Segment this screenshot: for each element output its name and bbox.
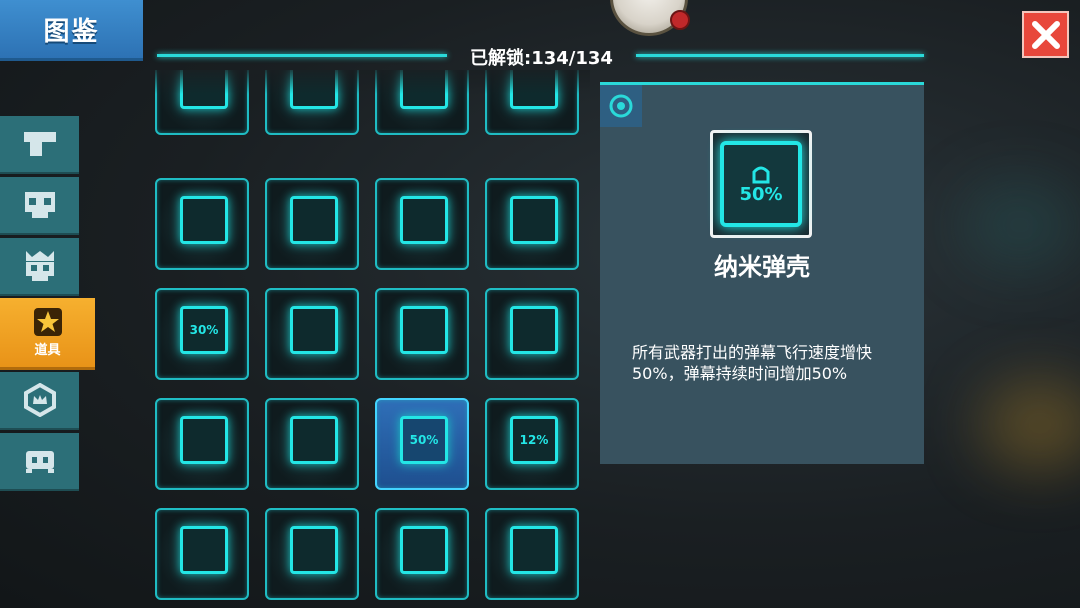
- item-cell[interactable]: [485, 178, 579, 270]
- item-cell[interactable]: [155, 178, 249, 270]
- scroll-fade: [150, 70, 590, 94]
- crossed-swords-icon: [180, 416, 228, 464]
- crown-badge-icon: [23, 383, 56, 417]
- item-cell[interactable]: [265, 398, 359, 490]
- shell-top-icon: [752, 166, 770, 183]
- tab-bosses[interactable]: [0, 238, 79, 296]
- item-cell[interactable]: [265, 288, 359, 380]
- tab-items-label: 道具: [34, 343, 61, 358]
- ammo-clip-icon: [290, 526, 338, 574]
- category-tag: [600, 85, 642, 127]
- header-divider: [636, 54, 924, 57]
- item-cell[interactable]: 12%: [485, 398, 579, 490]
- notification-dot: [670, 10, 690, 30]
- item-cell[interactable]: [155, 508, 249, 600]
- item-description: 所有武器打出的弹幕飞行速度增快50%，弹幕持续时间增加50%: [632, 343, 873, 383]
- radiation-icon: [400, 196, 448, 244]
- pistol-icon: [23, 132, 56, 156]
- target-icon: [609, 94, 633, 118]
- item-cell[interactable]: [155, 398, 249, 490]
- item-cell[interactable]: [265, 508, 359, 600]
- tab-enemies[interactable]: [0, 177, 79, 235]
- tab-items[interactable]: 道具: [0, 298, 95, 370]
- background-glow: [960, 180, 1080, 270]
- header-divider: [157, 54, 447, 57]
- heart-shield-icon: [180, 526, 228, 574]
- item-grid[interactable]: 30% 50% 12%: [150, 70, 590, 608]
- star-icon: [33, 308, 62, 336]
- item-cell[interactable]: [375, 508, 469, 600]
- ghost-icon: [25, 451, 54, 473]
- skull-icon: [24, 192, 55, 218]
- item-detail-panel: 50% 纳米弹壳 所有武器打出的弹幕飞行速度增快50%，弹幕持续时间增加50%: [600, 82, 924, 464]
- background-glow: [980, 380, 1080, 470]
- stacked-bullets-icon: [400, 526, 448, 574]
- x-circle-icon: [510, 196, 558, 244]
- item-cell[interactable]: [375, 178, 469, 270]
- heart-target-icon: [510, 306, 558, 354]
- close-button[interactable]: [1022, 11, 1069, 58]
- unlock-counter: 已解锁:134/134: [470, 48, 613, 69]
- tab-talents[interactable]: [0, 372, 79, 430]
- arrow-up-icon: 30%: [180, 306, 228, 354]
- crowned-skull-icon: [25, 251, 54, 281]
- crossed-guns-icon: [290, 416, 338, 464]
- page-title: 图鉴: [0, 0, 143, 61]
- close-icon: [1031, 20, 1060, 49]
- crossed-swords-icon: 12%: [510, 416, 558, 464]
- item-cell[interactable]: [485, 288, 579, 380]
- item-cell[interactable]: [485, 508, 579, 600]
- tab-weapons[interactable]: [0, 116, 79, 174]
- dice-icon: [510, 526, 558, 574]
- item-cell[interactable]: 30%: [155, 288, 249, 380]
- item-cell-selected[interactable]: 50%: [375, 398, 469, 490]
- nano-shell-icon: 50%: [720, 141, 802, 227]
- item-cell[interactable]: [375, 288, 469, 380]
- detail-item-icon: 50%: [710, 130, 812, 238]
- detail-icon-text: 50%: [739, 183, 783, 205]
- tab-pets[interactable]: [0, 433, 79, 491]
- circle-arrow-up-icon: [290, 306, 338, 354]
- item-cell[interactable]: [265, 178, 359, 270]
- heart-cross-icon: [290, 196, 338, 244]
- shuriken-icon: [180, 196, 228, 244]
- broken-heart-icon: [400, 306, 448, 354]
- shell-icon: 50%: [400, 416, 448, 464]
- item-name: 纳米弹壳: [714, 253, 810, 281]
